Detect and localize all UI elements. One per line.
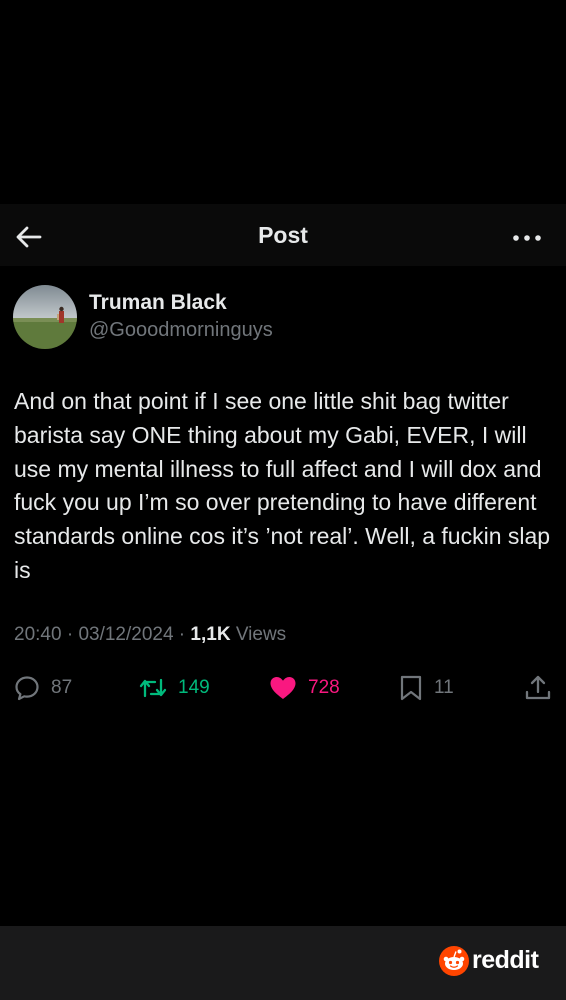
- page-title: Post: [258, 222, 308, 248]
- bookmark-button[interactable]: 11: [398, 668, 454, 708]
- more-horizontal-icon: [513, 235, 541, 241]
- views-label: Views: [230, 624, 287, 645]
- reddit-logo-icon: [439, 946, 469, 976]
- author-handle[interactable]: @Gooodmorninguys: [89, 319, 273, 342]
- meta-separator: ·: [173, 624, 191, 645]
- avatar[interactable]: [13, 285, 77, 349]
- retweet-button[interactable]: 149: [138, 668, 210, 708]
- top-bar: Post: [0, 204, 566, 266]
- tweet-meta: 20:40 · 03/12/2024 · 1,1K Views: [14, 624, 286, 646]
- reply-button[interactable]: 87: [13, 668, 72, 708]
- share-icon: [525, 675, 551, 700]
- reddit-wordmark: reddit: [472, 946, 539, 974]
- retweet-icon: [139, 678, 167, 698]
- tweet-text: And on that point if I see one little sh…: [14, 388, 551, 583]
- author-name[interactable]: Truman Black: [89, 291, 227, 315]
- reply-count: 87: [51, 677, 73, 698]
- views-count: 1,1K: [190, 624, 231, 645]
- more-button[interactable]: [510, 226, 544, 250]
- share-button[interactable]: [523, 668, 553, 708]
- retweet-count: 149: [178, 677, 210, 698]
- reddit-watermark-bar: reddit: [0, 926, 566, 1000]
- meta-separator: ·: [61, 624, 79, 645]
- action-bar: 87 149 728 11: [0, 668, 566, 708]
- reply-icon: [15, 676, 39, 701]
- tweet-time[interactable]: 20:40: [14, 624, 62, 645]
- tweet-date[interactable]: 03/12/2024: [78, 624, 173, 645]
- like-button[interactable]: 728: [268, 668, 340, 708]
- bookmark-count: 11: [434, 677, 454, 698]
- bookmark-icon: [400, 675, 422, 701]
- heart-icon: [270, 677, 296, 699]
- like-count: 728: [308, 677, 340, 698]
